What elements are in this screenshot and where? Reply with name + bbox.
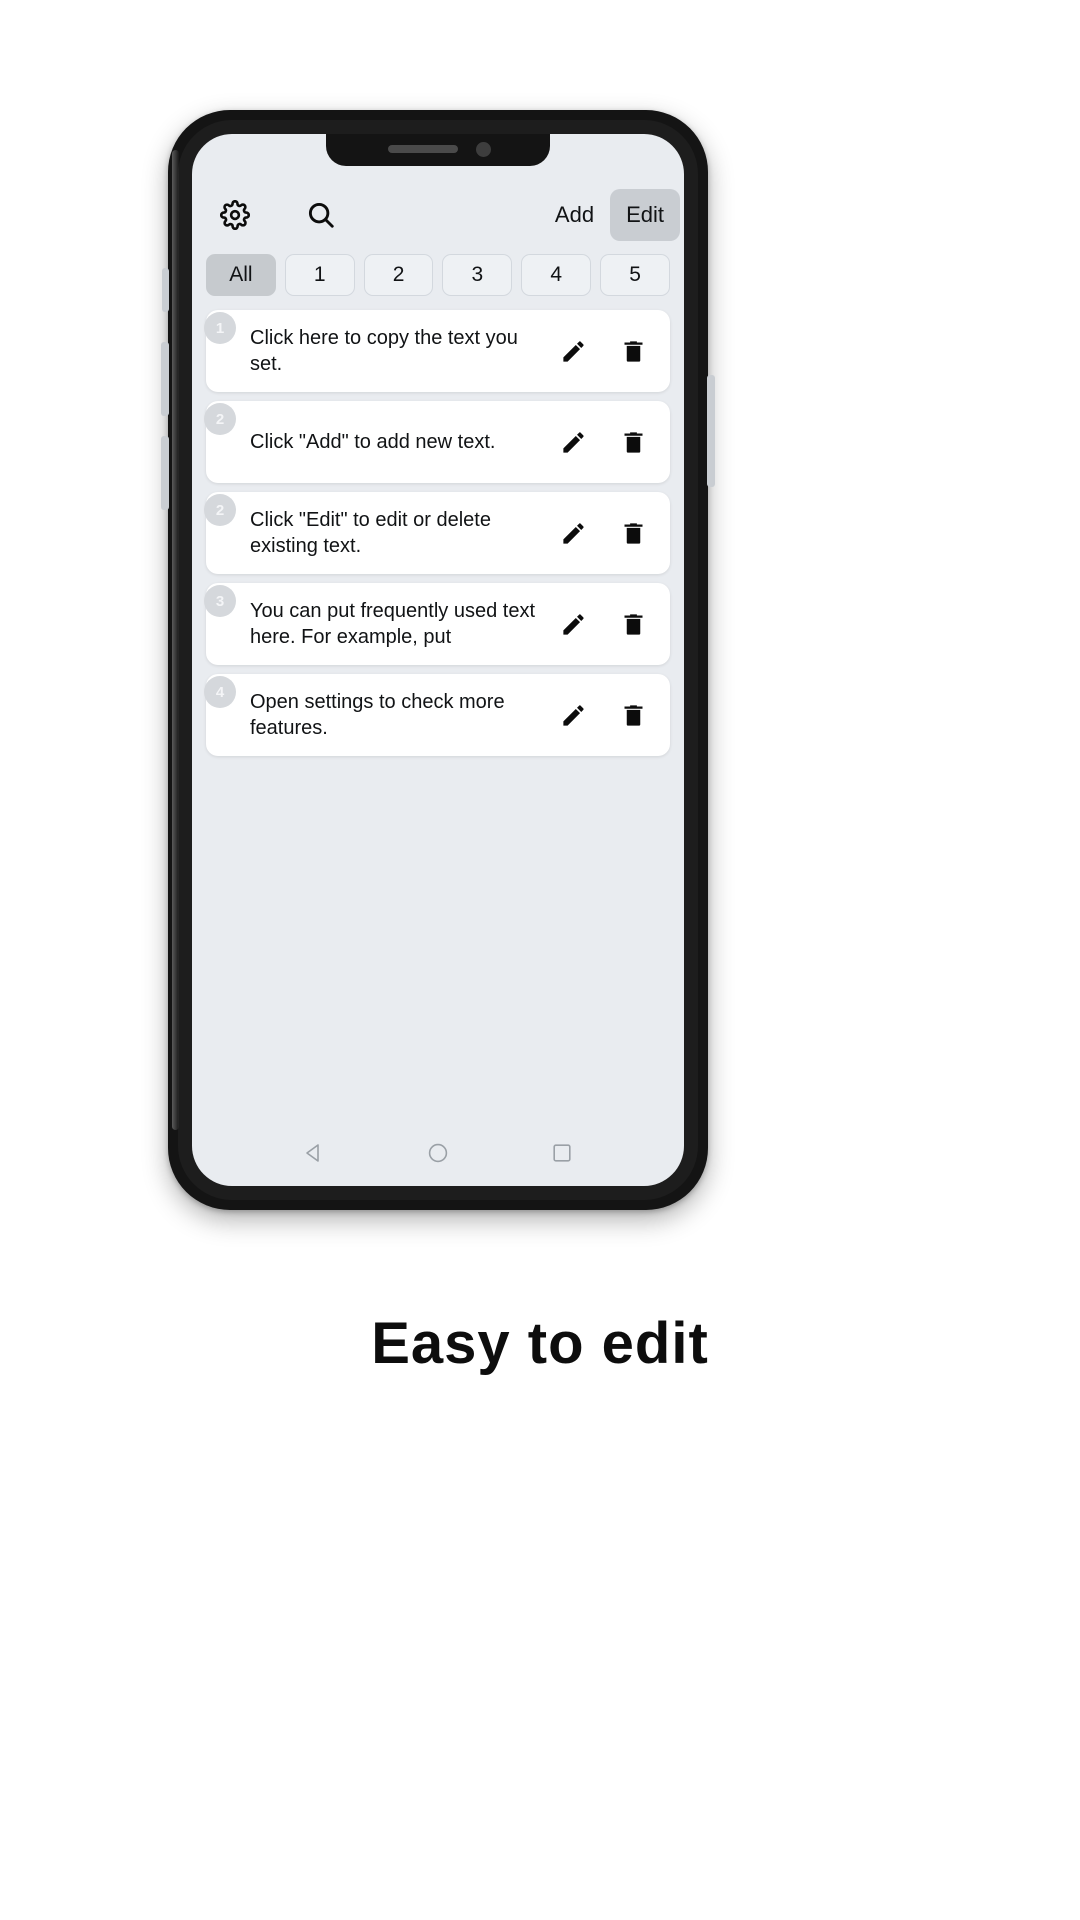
pencil-icon[interactable] [556, 425, 590, 459]
item-actions [556, 334, 656, 368]
add-button[interactable]: Add [539, 189, 610, 241]
search-button[interactable] [296, 190, 346, 240]
item-index-badge: 4 [204, 676, 236, 708]
item-text: Open settings to check more features. [250, 690, 505, 739]
item-index-badge: 2 [204, 403, 236, 435]
pencil-icon[interactable] [556, 698, 590, 732]
edit-button[interactable]: Edit [610, 189, 680, 241]
item-index-badge: 2 [204, 494, 236, 526]
list-item[interactable]: 4 Open settings to check more features. [204, 674, 670, 756]
item-text: Click "Add" to add new text. [250, 430, 496, 453]
android-navigation-bar [192, 1124, 684, 1186]
item-index-badge: 3 [204, 585, 236, 617]
pencil-icon[interactable] [556, 334, 590, 368]
trash-icon[interactable] [616, 425, 650, 459]
pencil-icon[interactable] [556, 607, 590, 641]
app-toolbar: Add Edit [192, 182, 684, 248]
home-circle-icon [426, 1141, 450, 1170]
earpiece-speaker [388, 145, 458, 153]
item-text: Click here to copy the text you set. [250, 326, 518, 375]
back-triangle-icon [302, 1141, 326, 1170]
recents-button[interactable] [540, 1133, 584, 1177]
trash-icon[interactable] [616, 334, 650, 368]
silent-switch[interactable] [162, 268, 169, 312]
trash-icon[interactable] [616, 607, 650, 641]
front-camera [476, 142, 491, 157]
tab-4[interactable]: 4 [521, 254, 592, 296]
back-button[interactable] [292, 1133, 336, 1177]
list-item[interactable]: 1 Click here to copy the text you set. [204, 310, 670, 392]
list-item[interactable]: 2 Click "Edit" to edit or delete existin… [204, 492, 670, 574]
list-item[interactable]: 2 Click "Add" to add new text. [204, 401, 670, 483]
screenshot-canvas: Add Edit All 1 2 3 4 5 1 Click here to c… [0, 0, 1080, 1920]
item-text: You can put frequently used text here. F… [250, 599, 536, 648]
category-tabs: All 1 2 3 4 5 [192, 254, 684, 296]
page-caption: Easy to edit [371, 1311, 709, 1376]
item-actions [556, 698, 656, 732]
item-actions [556, 425, 656, 459]
item-index-badge: 1 [204, 312, 236, 344]
gear-icon [220, 200, 250, 230]
list-item[interactable]: 3 You can put frequently used text here.… [204, 583, 670, 665]
item-actions [556, 516, 656, 550]
phone-device-frame: Add Edit All 1 2 3 4 5 1 Click here to c… [161, 110, 715, 1210]
phone-screen: Add Edit All 1 2 3 4 5 1 Click here to c… [192, 134, 684, 1186]
search-icon [306, 200, 336, 230]
settings-button[interactable] [210, 190, 260, 240]
tab-3[interactable]: 3 [442, 254, 513, 296]
power-button[interactable] [707, 375, 715, 487]
tab-1[interactable]: 1 [284, 254, 355, 296]
phone-notch [326, 134, 550, 166]
recents-square-icon [550, 1141, 574, 1170]
pencil-icon[interactable] [556, 516, 590, 550]
trash-icon[interactable] [616, 516, 650, 550]
item-actions [556, 607, 656, 641]
volume-up-button[interactable] [161, 342, 169, 416]
trash-icon[interactable] [616, 698, 650, 732]
item-text: Click "Edit" to edit or delete existing … [250, 508, 491, 557]
volume-down-button[interactable] [161, 436, 169, 510]
tab-2[interactable]: 2 [363, 254, 434, 296]
snippet-list: 1 Click here to copy the text you set. 2… [192, 310, 684, 756]
home-button[interactable] [416, 1133, 460, 1177]
tab-all[interactable]: All [206, 254, 276, 296]
tab-5[interactable]: 5 [600, 254, 670, 296]
